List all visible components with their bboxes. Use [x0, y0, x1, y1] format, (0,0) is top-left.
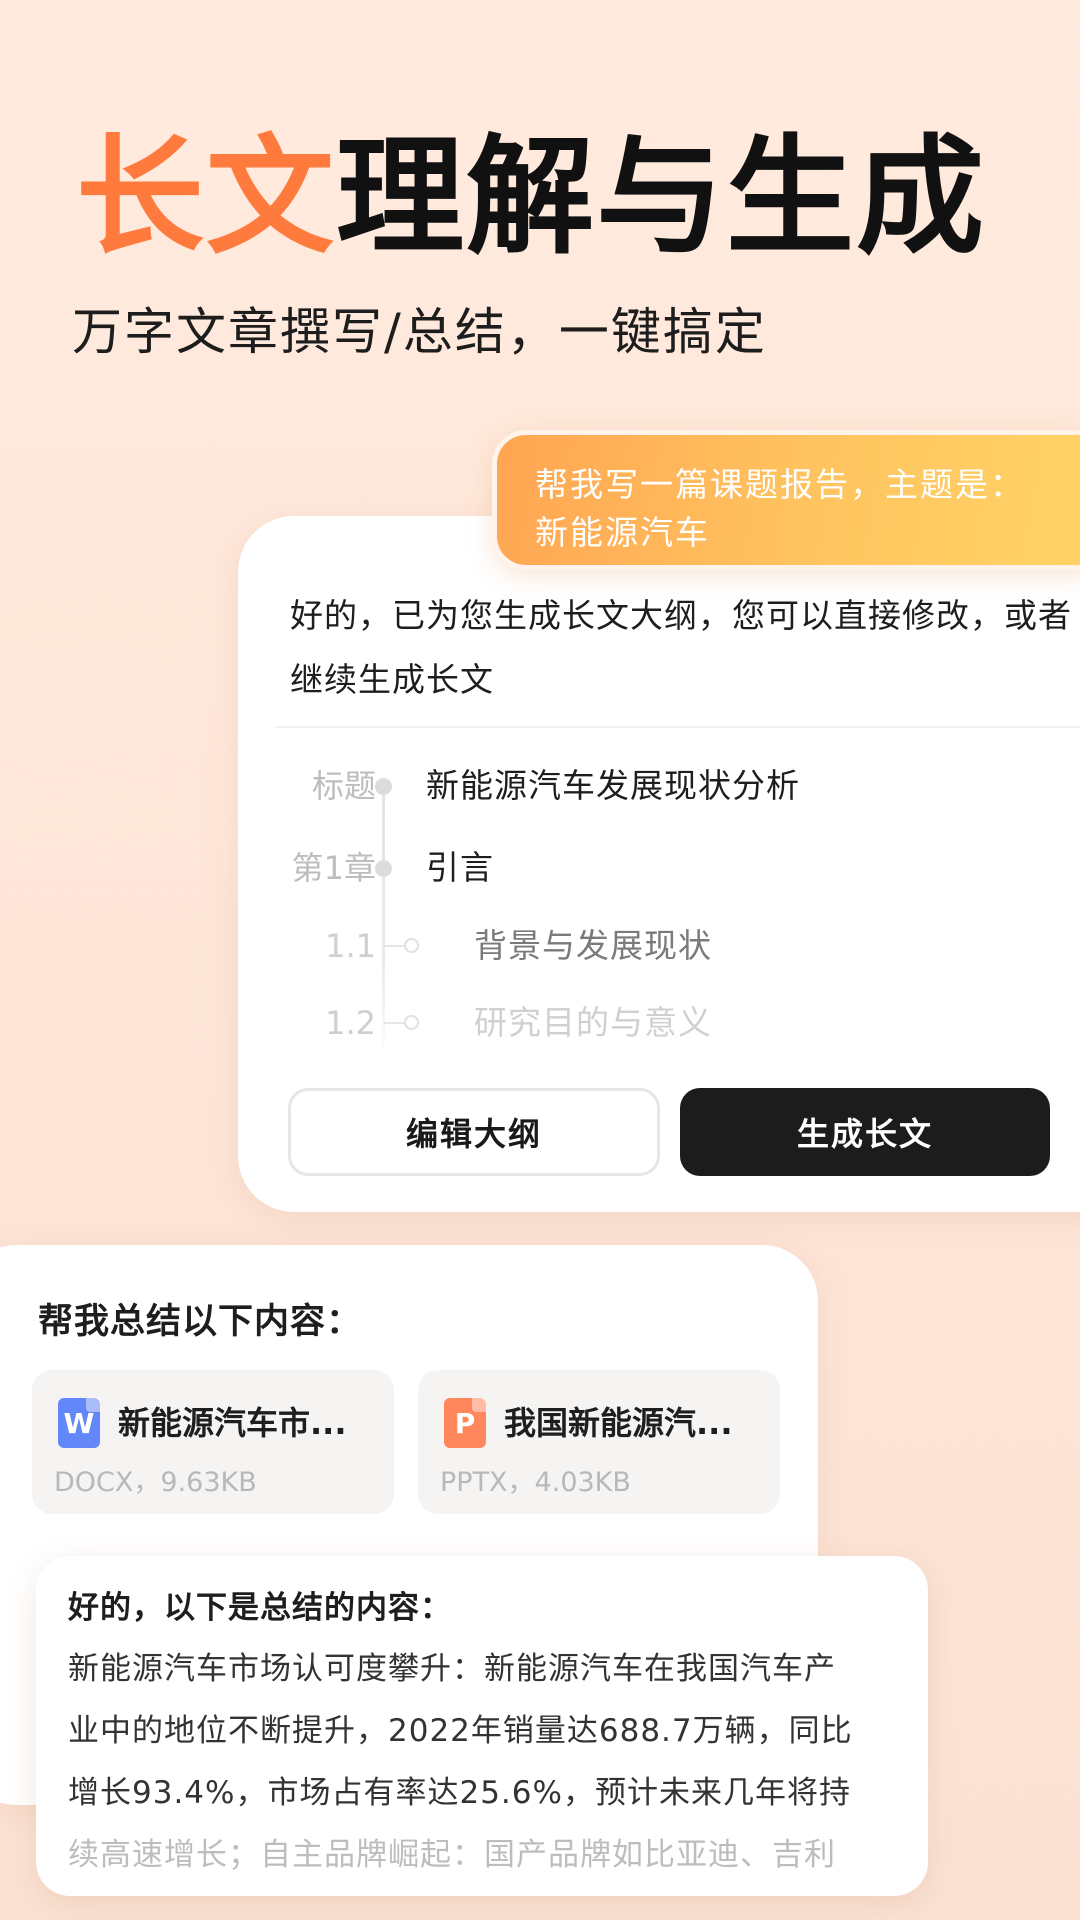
hero-title-accent: 长文 [76, 123, 337, 272]
user-prompt-text: 帮我写一篇课题报告，主题是： 新能源汽车 [535, 465, 1025, 552]
generate-article-button[interactable]: 生成长文 [680, 1088, 1050, 1176]
file-meta: PPTX，4.03KB [440, 1467, 631, 1498]
outline-item-chapter[interactable]: 第1章 引言 [238, 838, 1080, 898]
outline-card: 好的，已为您生成长文大纲，您可以直接修改，或者继续生成长文 标题 新能源汽车发展… [238, 516, 1080, 1212]
divider [276, 726, 1080, 728]
summary-request-title: 帮我总结以下内容： [38, 1302, 363, 1342]
outline-text: 研究目的与意义 [474, 1003, 712, 1042]
outline-label: 第1章 [291, 849, 376, 887]
file-name: 新能源汽车市... [118, 1404, 347, 1442]
hero-title: 长文理解与生成 [76, 127, 986, 269]
summary-result-card: 好的，以下是总结的内容： 新能源汽车市场认可度攀升：新能源汽车在我国汽车产 业中… [36, 1556, 928, 1896]
outline-item-title[interactable]: 标题 新能源汽车发展现状分析 [238, 756, 1080, 816]
ppt-file-icon: P [444, 1398, 486, 1448]
summary-line: 续高速增长；自主品牌崛起：国产品牌如比亚迪、吉利 [68, 1837, 836, 1873]
file-attachment[interactable]: P 我国新能源汽... PPTX，4.03KB [418, 1370, 780, 1514]
outline-ring-icon [404, 1015, 419, 1030]
outline-text: 引言 [426, 848, 494, 887]
outline-dot-icon [375, 778, 392, 795]
outline-branch [384, 1022, 406, 1024]
outline-ring-icon [404, 938, 419, 953]
file-name: 我国新能源汽... [504, 1404, 733, 1442]
file-meta: DOCX，9.63KB [54, 1467, 257, 1498]
summary-result-heading: 好的，以下是总结的内容： [68, 1590, 452, 1626]
edit-outline-button[interactable]: 编辑大纲 [288, 1088, 660, 1176]
outline-dot-icon [375, 860, 392, 877]
outline-label: 1.1 [325, 927, 376, 965]
assistant-reply: 好的，已为您生成长文大纲，您可以直接修改，或者继续生成长文 [290, 596, 1072, 699]
outline-text: 背景与发展现状 [474, 926, 712, 965]
word-file-icon: W [58, 1398, 100, 1448]
outline-item-section[interactable]: 1.2 研究目的与意义 [238, 993, 1080, 1053]
hero-subtitle: 万字文章撰写/总结，一键搞定 [72, 303, 767, 361]
hero-title-rest: 理解与生成 [336, 123, 987, 272]
user-prompt-bubble: 帮我写一篇课题报告，主题是： 新能源汽车 [492, 430, 1080, 570]
summary-result-body: 新能源汽车市场认可度攀升：新能源汽车在我国汽车产 业中的地位不断提升，2022年… [68, 1638, 908, 1886]
outline-text: 新能源汽车发展现状分析 [426, 766, 800, 805]
outline-tree: 标题 新能源汽车发展现状分析 第1章 引言 1.1 背景与发展现状 1.2 研究… [238, 756, 1080, 1058]
outline-label: 标题 [311, 767, 376, 805]
outline-label: 1.2 [325, 1004, 376, 1042]
summary-line: 新能源汽车市场认可度攀升：新能源汽车在我国汽车产 [68, 1651, 836, 1687]
summary-line: 增长93.4%，市场占有率达25.6%，预计未来几年将持 [68, 1775, 851, 1811]
outline-item-section[interactable]: 1.1 背景与发展现状 [238, 916, 1080, 976]
file-attachment[interactable]: W 新能源汽车市... DOCX，9.63KB [32, 1370, 394, 1514]
outline-branch [384, 945, 406, 947]
summary-line: 业中的地位不断提升，2022年销量达688.7万辆，同比 [68, 1713, 853, 1749]
